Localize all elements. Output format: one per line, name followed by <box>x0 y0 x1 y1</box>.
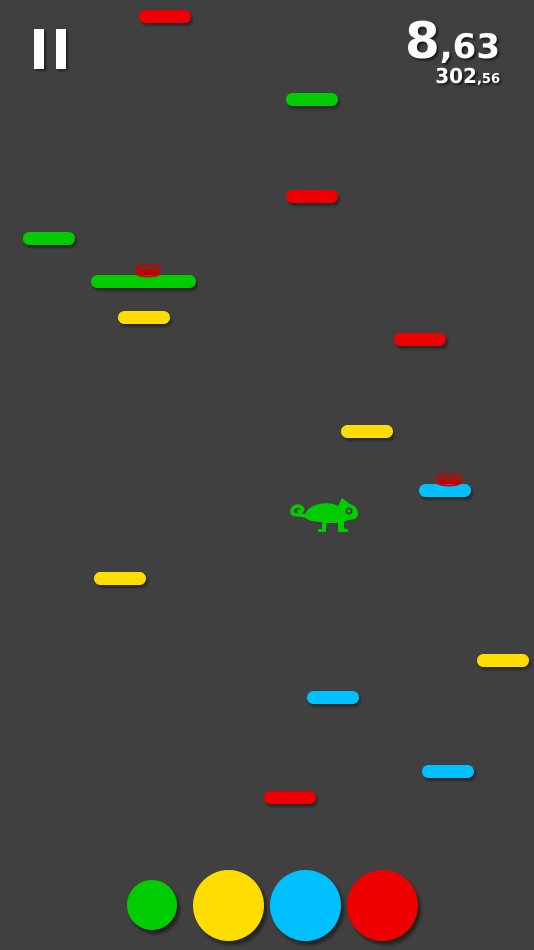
platform-cyan <box>307 691 359 704</box>
score-display: 8,63 302,56 <box>405 16 500 86</box>
color-button-red[interactable] <box>347 870 418 941</box>
spring-icon <box>135 264 161 278</box>
pause-button[interactable] <box>34 29 68 71</box>
platform-red <box>394 333 446 346</box>
platform-red <box>286 190 338 203</box>
platform-green <box>286 93 338 106</box>
platform-green <box>23 232 75 245</box>
platform-yellow <box>118 311 170 324</box>
spring-icon <box>436 473 462 487</box>
current-score: 8,63 <box>404 12 500 70</box>
color-button-yellow[interactable] <box>193 870 264 941</box>
chameleon-icon <box>290 498 358 532</box>
platform-red <box>264 791 316 804</box>
platform-red <box>139 10 191 23</box>
color-button-cyan[interactable] <box>270 870 341 941</box>
platform-yellow <box>94 572 146 585</box>
color-button-green[interactable] <box>127 880 177 930</box>
pause-icon <box>34 29 44 69</box>
platform-cyan <box>422 765 474 778</box>
platform-yellow <box>477 654 529 667</box>
platform-yellow <box>341 425 393 438</box>
